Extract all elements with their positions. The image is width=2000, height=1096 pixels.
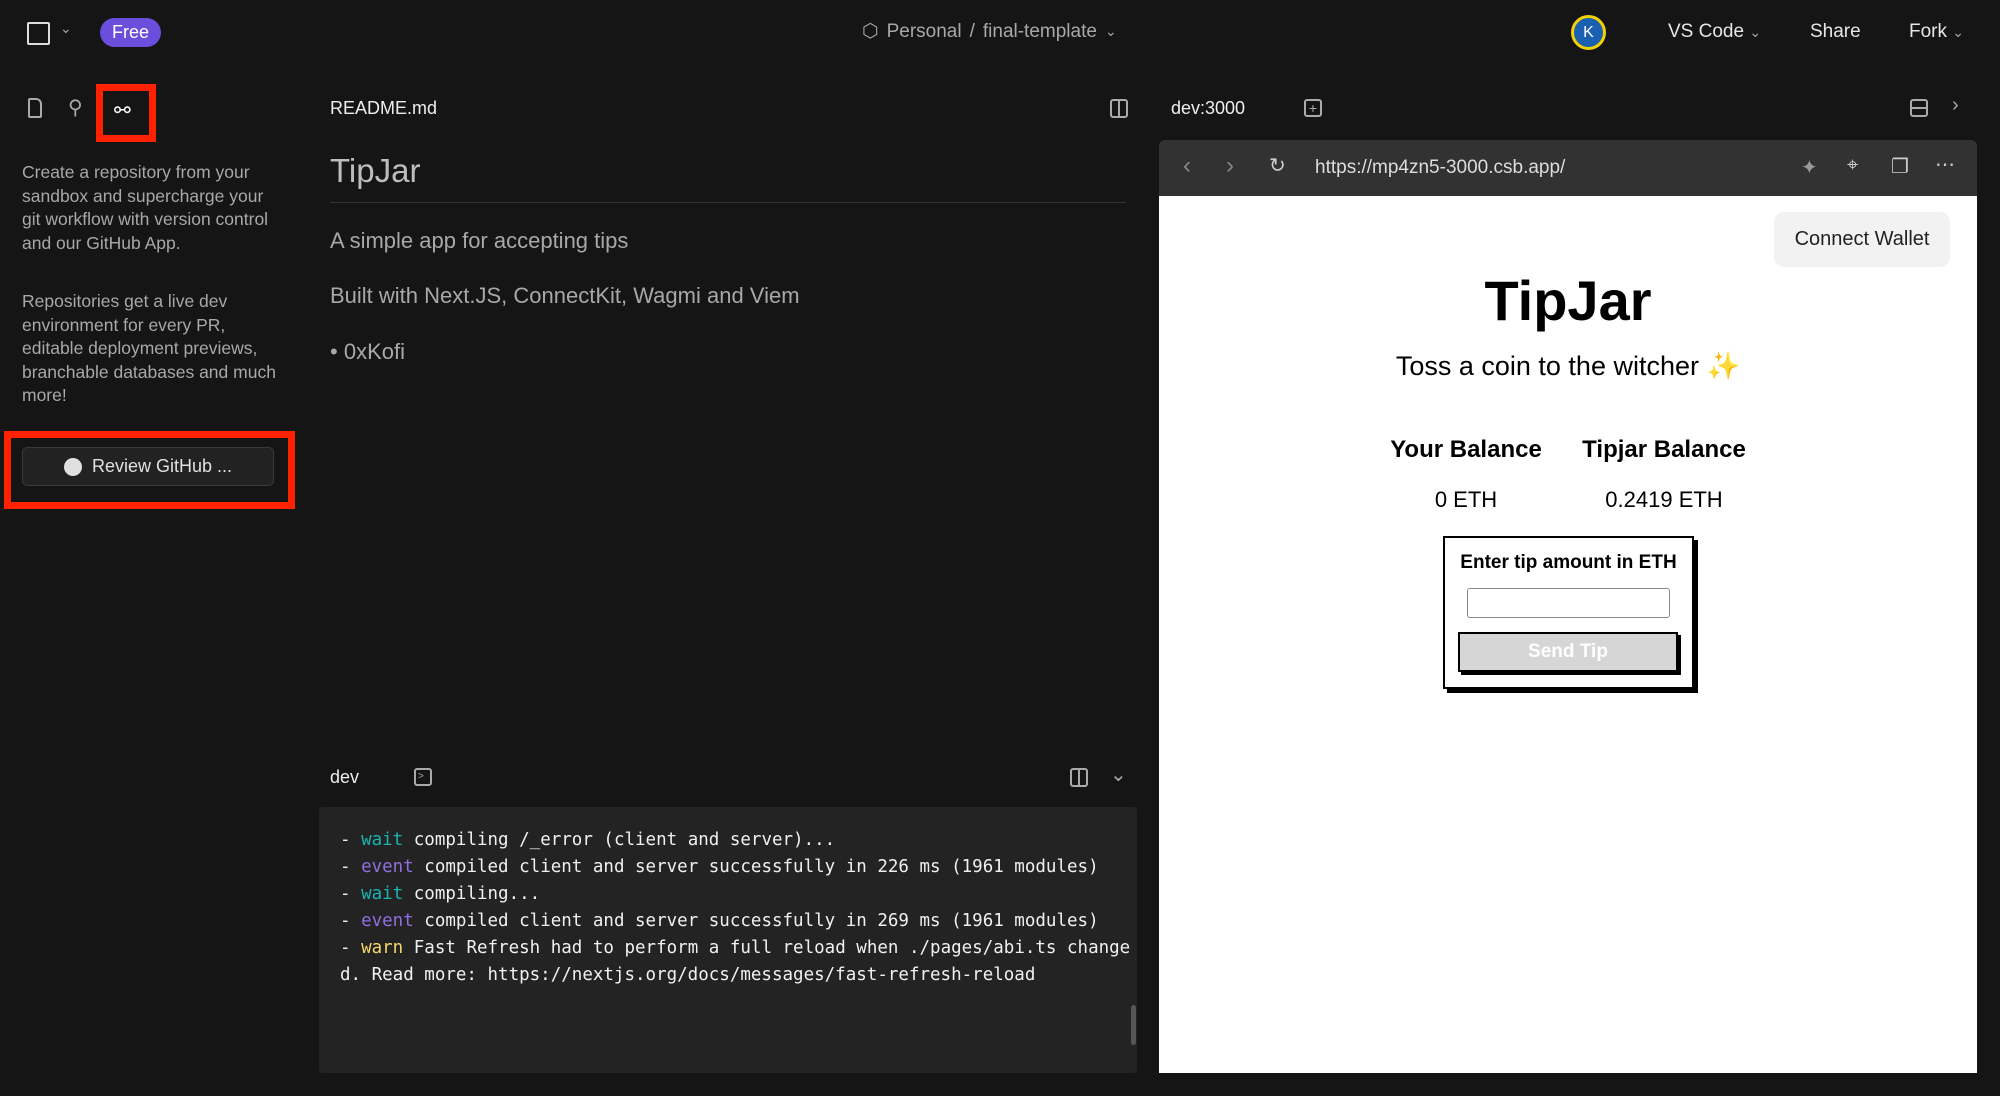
chevron-right-icon[interactable]: ›	[1952, 94, 1959, 117]
readme-title: TipJar	[330, 152, 421, 189]
terminal-dash: -	[340, 911, 362, 931]
terminal-dash: -	[340, 857, 362, 877]
github-icon	[63, 457, 82, 476]
project-name: final-template	[982, 20, 1097, 42]
terminal-line: d. Read more: https://nextjs.org/docs/me…	[340, 962, 1137, 989]
file-icon[interactable]	[28, 98, 42, 118]
forward-icon[interactable]: ›	[1226, 152, 1234, 180]
sidebar-description-2: Repositories get a live dev environment …	[22, 291, 276, 405]
tip-label: Enter tip amount in ETH	[1460, 552, 1677, 573]
sparkle-emoji: ✨	[1706, 351, 1741, 381]
your-balance-value: 0 ETH	[1434, 487, 1498, 512]
share-button[interactable]: Share	[1810, 21, 1861, 43]
bullet-text: 0xKofi	[343, 339, 405, 364]
split-view-icon[interactable]	[1110, 99, 1128, 118]
tab-preview[interactable]: dev:3000	[1171, 98, 1245, 119]
scrollbar[interactable]	[1131, 1005, 1136, 1045]
chevron-down-icon[interactable]: ⌄	[60, 20, 72, 37]
sparkle-icon[interactable]: ✦	[1801, 155, 1818, 180]
terminal-text: compiled client and server successfully …	[413, 857, 1099, 877]
url-input[interactable]: https://mp4zn5-3000.csb.app/	[1315, 157, 1565, 179]
send-tip-button[interactable]: Send Tip	[1458, 632, 1678, 672]
terminal-line: - warn Fast Refresh had to perform a ful…	[340, 935, 1137, 962]
terminal-line: - event compiled client and server succe…	[340, 908, 1137, 935]
terminal-dash: -	[340, 884, 362, 904]
separator: /	[969, 20, 975, 42]
browser-bar: ‹ › ↻ https://mp4zn5-3000.csb.app/ ✦ ⌖ ❐…	[1159, 140, 1977, 196]
app-title: TipJar	[1484, 269, 1652, 332]
plan-badge[interactable]: Free	[100, 18, 162, 47]
tipjar-balance-label: Tipjar Balance	[1582, 436, 1746, 463]
split-horizontal-icon[interactable]	[1910, 99, 1928, 117]
sidebar-description: Create a repository from your sandbox an…	[22, 162, 269, 253]
terminal-line: - event compiled client and server succe…	[340, 854, 1137, 881]
terminal-text: compiling...	[403, 884, 541, 904]
top-bar: ⌄ Free ⬡ Personal / final-template ⌄ K V…	[0, 0, 2000, 65]
terminal-tag: wait	[361, 884, 404, 904]
terminal-tag: wait	[361, 830, 404, 850]
tip-amount-input[interactable]	[1467, 588, 1670, 618]
divider	[330, 202, 1126, 203]
chevron-down-icon[interactable]: ⌄	[1110, 762, 1127, 787]
reload-icon[interactable]: ↻	[1269, 153, 1286, 178]
terminal-text: compiling /_error (client and server)...	[403, 830, 836, 850]
tip-form: Enter tip amount in ETH Send Tip	[1443, 536, 1694, 689]
workspace-name: Personal	[886, 20, 962, 42]
preview-page: Connect Wallet TipJar Toss a coin to the…	[1159, 196, 1977, 1073]
connect-wallet-button[interactable]: Connect Wallet	[1774, 212, 1950, 267]
chevron-down-icon: ⌄	[1104, 23, 1117, 39]
terminal-tag: warn	[361, 938, 404, 958]
fork-menu[interactable]: Fork ⌄	[1909, 21, 1964, 43]
add-tab-icon[interactable]: +	[1304, 99, 1322, 117]
git-branch-icon[interactable]: ⚯	[114, 98, 131, 123]
terminal-tag: event	[361, 857, 414, 877]
terminal-output[interactable]: - wait compiling /_error (client and ser…	[319, 807, 1137, 1073]
breadcrumb[interactable]: ⬡ Personal / final-template ⌄	[862, 20, 1117, 43]
tipjar-balance-value: 0.2419 ETH	[1605, 487, 1723, 512]
back-icon[interactable]: ‹	[1183, 152, 1191, 180]
terminal-text: Fast Refresh had to perform a full reloa…	[403, 938, 1131, 958]
avatar[interactable]: K	[1571, 15, 1606, 50]
terminal-dash: -	[340, 938, 362, 958]
cube-icon: ⬡	[862, 21, 879, 42]
crosshair-icon[interactable]: ⌖	[1847, 154, 1858, 177]
vscode-menu[interactable]: VS Code ⌄	[1668, 21, 1761, 43]
readme-line: Built with Next.JS, ConnectKit, Wagmi an…	[330, 283, 800, 308]
terminal-line: - wait compiling...	[340, 881, 1137, 908]
terminal-dash: -	[340, 830, 362, 850]
open-window-icon[interactable]: ❐	[1891, 154, 1909, 179]
subtitle-text: Toss a coin to the witcher	[1395, 351, 1699, 381]
tab-readme[interactable]: README.md	[330, 98, 437, 119]
chevron-down-icon: ⌄	[1749, 24, 1762, 40]
readme-bullet: • 0xKofi	[330, 339, 405, 364]
readme-line: A simple app for accepting tips	[330, 228, 629, 253]
terminal-text: d. Read more: https://nextjs.org/docs/me…	[340, 965, 1036, 985]
review-github-button[interactable]: Review GitHub ...	[22, 447, 274, 486]
terminal-tag: event	[361, 911, 414, 931]
app-subtitle: Toss a coin to the witcher ✨	[1159, 350, 1977, 382]
terminal-line: - wait compiling /_error (client and ser…	[340, 827, 1137, 854]
more-icon[interactable]: ⋯	[1935, 152, 1955, 177]
tab-dev-terminal[interactable]: dev	[330, 767, 359, 788]
search-icon[interactable]: ⚲	[68, 95, 83, 120]
vscode-label: VS Code	[1668, 21, 1745, 42]
your-balance-label: Your Balance	[1390, 436, 1542, 463]
fork-label: Fork	[1909, 21, 1947, 42]
review-github-label: Review GitHub ...	[91, 456, 233, 476]
split-view-icon[interactable]	[1070, 768, 1088, 787]
chevron-down-icon: ⌄	[1952, 24, 1965, 40]
terminal-text: compiled client and server successfully …	[413, 911, 1099, 931]
menu-icon[interactable]	[27, 22, 50, 45]
terminal-icon[interactable]: >	[414, 768, 432, 786]
